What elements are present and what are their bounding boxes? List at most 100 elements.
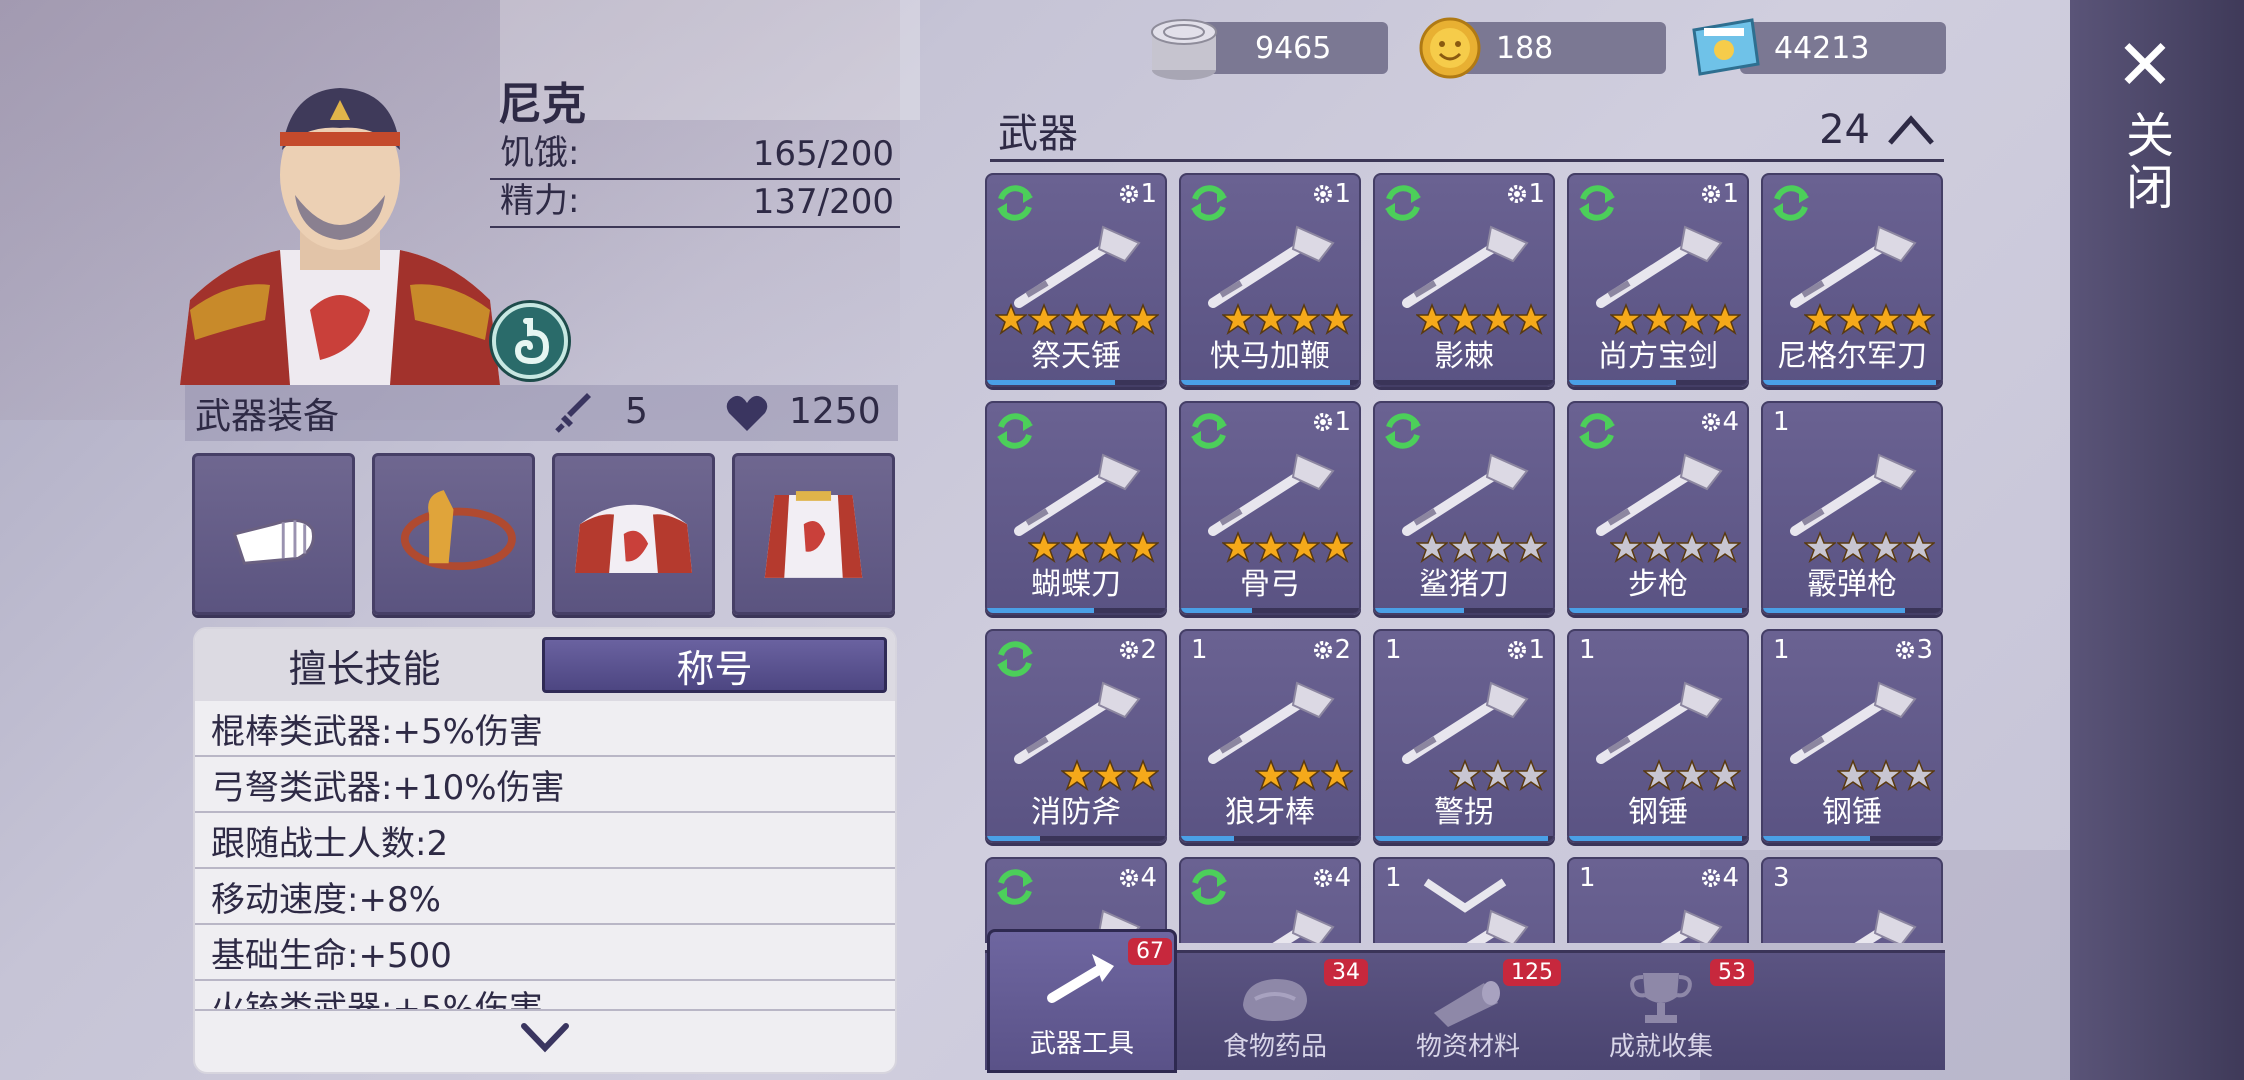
weapon-count: 1: [1385, 635, 1402, 665]
hunger-label: 饥饿:: [500, 133, 580, 173]
durability-bar: [1763, 836, 1870, 841]
weapon-card[interactable]: 1 霰弹枪: [1761, 401, 1943, 615]
nav-achievements[interactable]: 53 成就收集: [1566, 953, 1756, 1073]
weapon-level-value: 1: [1722, 179, 1739, 209]
ticket-icon: [1692, 18, 1760, 76]
ticket-counter: 44213: [1740, 22, 1946, 74]
weapon-card[interactable]: 1 2 狼牙棒: [1179, 629, 1361, 843]
weapon-name: 消防斧: [1031, 795, 1121, 830]
weapon-level: 4: [1312, 863, 1351, 893]
weapon-card[interactable]: 1 钢锤: [1567, 629, 1749, 843]
weapon-card[interactable]: 1 1 警拐: [1373, 629, 1555, 843]
character-name: 尼克: [498, 79, 586, 130]
weapon-name: 霰弹枪: [1807, 567, 1897, 602]
attack-value: 5: [625, 391, 648, 432]
weapon-card[interactable]: 1 3 钢锤: [1761, 629, 1943, 843]
weapon-name: 钢锤: [1628, 795, 1688, 830]
tab-titles[interactable]: 称号: [542, 637, 887, 693]
weapon-card[interactable]: 1 骨弓: [1179, 401, 1361, 615]
weapon-name: 骨弓: [1240, 567, 1300, 602]
nav-food-medicine[interactable]: 34 食物药品: [1180, 953, 1370, 1073]
nav-label: 物资材料: [1415, 1032, 1520, 1062]
weapon-card[interactable]: 14: [1567, 857, 1749, 943]
weapon-level: 4: [1700, 863, 1739, 893]
nav-materials[interactable]: 125 物资材料: [1373, 953, 1563, 1073]
weapon-level-value: 2: [1334, 635, 1351, 665]
weapon-name: 尼格尔军刀: [1777, 339, 1927, 374]
close-icon: ✕: [2115, 24, 2175, 106]
gear-icon: [1314, 869, 1333, 887]
weapon-card[interactable]: 尼格尔军刀: [1761, 173, 1943, 387]
scroll-down-chevron-icon[interactable]: [1420, 876, 1510, 916]
close-button[interactable]: ✕ 关闭: [2110, 30, 2180, 230]
weapon-count: 1: [1773, 407, 1790, 437]
gear-icon: [1120, 869, 1139, 887]
weapon-image: [1014, 225, 1141, 308]
weapon-name: 祭天锤: [1031, 339, 1121, 374]
weapon-image: [1790, 453, 1917, 536]
weapon-name: 快马加鞭: [1210, 339, 1330, 374]
nav-weapons-tools[interactable]: 67 武器工具: [987, 929, 1177, 1073]
weapon-level: 3: [1894, 635, 1933, 665]
equip-slot-armor-bottom[interactable]: [732, 453, 895, 615]
weapon-card[interactable]: 1 影棘: [1373, 173, 1555, 387]
gear-icon: [1508, 185, 1527, 203]
weapon-card[interactable]: 4 步枪: [1567, 401, 1749, 615]
weapon-name: 警拐: [1434, 795, 1494, 830]
durability-bar: [1569, 380, 1676, 385]
equip-slot-weapon[interactable]: [192, 453, 355, 615]
weapon-name: 步枪: [1628, 567, 1688, 602]
tab-skills[interactable]: 擅长技能: [195, 629, 534, 701]
badge: 34: [1324, 959, 1368, 986]
weapon-card[interactable]: 鲨猪刀: [1373, 401, 1555, 615]
weapon-card[interactable]: 2 消防斧: [985, 629, 1167, 843]
hunger-value: 165/200: [752, 134, 894, 174]
nav-label: 食物药品: [1222, 1032, 1327, 1062]
weapon-card[interactable]: 1 快马加鞭: [1179, 173, 1361, 387]
silver-coins-icon: [1151, 19, 1217, 80]
stomach-status-icon[interactable]: [492, 303, 568, 379]
weapon-card[interactable]: 蝴蝶刀: [985, 401, 1167, 615]
gold-value: 188: [1496, 30, 1554, 66]
weapon-level-value: 4: [1722, 863, 1739, 893]
weapon-grid: 1 祭天锤 1 快马加鞭 1 影棘 1 尚方宝剑 尼格尔军刀 蝴蝶刀 1 骨弓 鲨猪刀 4 步枪 1 霰弹枪 2 消…: [985, 173, 1945, 943]
gear-icon: [1120, 641, 1139, 659]
weapon-count: 1: [1191, 635, 1208, 665]
weapon-level-value: 1: [1334, 407, 1351, 437]
weapon-card[interactable]: 4: [1179, 857, 1361, 943]
weapon-image: [1402, 453, 1529, 536]
weapon-level-value: 4: [1334, 863, 1351, 893]
weapon-level: 2: [1118, 635, 1157, 665]
weapon-card[interactable]: 1 尚方宝剑: [1567, 173, 1749, 387]
energy-value: 137/200: [752, 182, 894, 222]
weapon-image: [1402, 225, 1529, 308]
weapon-level: 1: [1312, 407, 1351, 437]
horse-head-whip-icon: [400, 490, 516, 571]
gear-icon: [1702, 413, 1721, 431]
nav-label: 武器工具: [1029, 1029, 1134, 1059]
meat-icon: [1243, 979, 1307, 1021]
weapon-name: 蝴蝶刀: [1031, 567, 1121, 602]
chevron-up-icon[interactable]: [1886, 113, 1936, 147]
energy-label: 精力:: [500, 181, 580, 221]
weapon-image: [1014, 681, 1141, 764]
weapon-card[interactable]: 1 祭天锤: [985, 173, 1167, 387]
skill-row: 跟随战士人数:2: [195, 813, 895, 869]
weapon-count: 1: [1385, 863, 1402, 893]
weapon-image: [1790, 225, 1917, 308]
durability-bar: [1763, 608, 1906, 613]
weapon-level-value: 1: [1528, 635, 1545, 665]
gear-icon: [1896, 641, 1915, 659]
equip-slot-accessory[interactable]: [372, 453, 535, 615]
weapon-name: 影棘: [1434, 339, 1494, 374]
skill-row: 弓弩类武器:+10%伤害: [195, 757, 895, 813]
weapon-count: 1: [1579, 863, 1596, 893]
weapon-count: 3: [1773, 863, 1790, 893]
equipment-header: 武器装备 5 1250: [185, 385, 898, 441]
axe-tool-icon: [1047, 954, 1114, 1003]
weapon-image: [1208, 681, 1335, 764]
badge: 125: [1503, 959, 1561, 986]
equip-slot-armor-top[interactable]: [552, 453, 715, 615]
chevron-down-icon[interactable]: [520, 1018, 570, 1058]
weapon-card[interactable]: 3: [1761, 857, 1943, 943]
